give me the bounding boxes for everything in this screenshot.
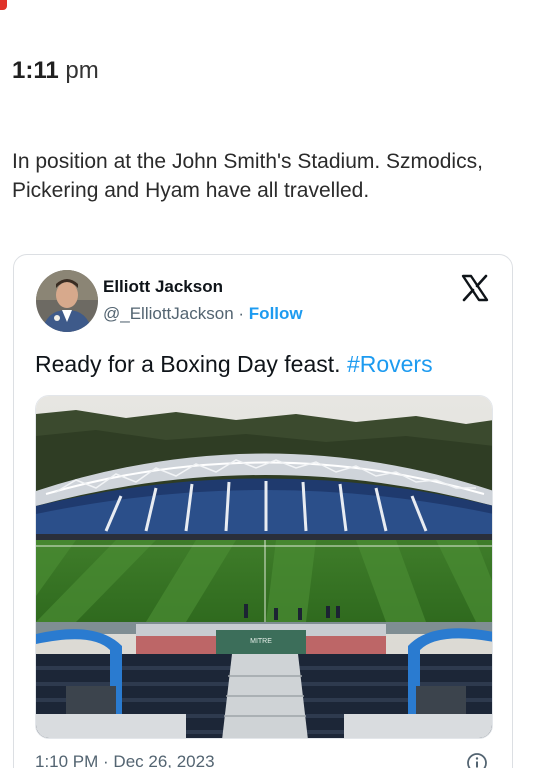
live-update-text: In position at the John Smith's Stadium.… — [12, 150, 483, 202]
banner-text: MITRE — [250, 638, 272, 645]
author-avatar[interactable] — [36, 270, 98, 332]
red-accent-marker — [0, 0, 7, 10]
time-suffix: pm — [65, 57, 99, 84]
stadium-image: MITRE — [36, 396, 492, 738]
tweet-text-main: Ready for a Boxing Day feast. — [35, 351, 347, 377]
separator-dot: · — [238, 304, 245, 323]
author-handle[interactable]: @_ElliottJackson — [103, 304, 234, 323]
author-handle-row: @_ElliottJackson · Follow — [103, 304, 303, 324]
author-name[interactable]: Elliott Jackson — [103, 277, 223, 297]
x-logo-icon[interactable] — [460, 273, 490, 303]
info-icon[interactable] — [466, 752, 488, 768]
embedded-tweet[interactable]: Elliott Jackson @_ElliottJackson · Follo… — [13, 254, 513, 768]
hashtag-link[interactable]: #Rovers — [347, 351, 433, 377]
follow-button[interactable]: Follow — [249, 304, 303, 323]
tweet-timestamp[interactable]: 1:10 PM · Dec 26, 2023 — [35, 752, 215, 768]
tweet-text: Ready for a Boxing Day feast. #Rovers — [35, 349, 433, 379]
stadium-photo[interactable]: MITRE — [35, 395, 493, 739]
live-update-time: 1:11 pm — [12, 56, 99, 86]
time-value: 1:11 — [12, 57, 59, 84]
article-page: 1:11 pm In position at the John Smith's … — [0, 0, 533, 768]
